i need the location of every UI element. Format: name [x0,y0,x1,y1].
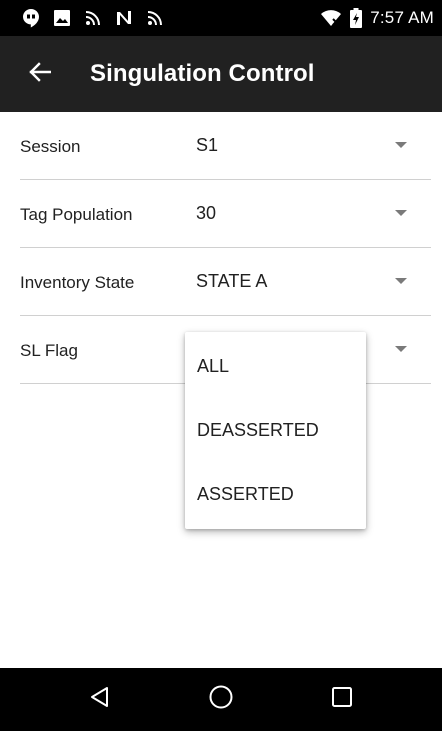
menu-item-asserted[interactable]: ASSERTED [185,462,366,526]
wifi-x-icon [320,9,342,27]
nav-recents-button[interactable] [314,672,370,728]
back-button[interactable] [12,46,68,102]
nfc-icon [84,9,102,27]
status-bar-system: 7:57 AM [320,0,434,36]
dropdown-arrow-icon [395,210,407,216]
nav-home-button[interactable] [193,672,249,728]
home-circle-icon [208,684,234,715]
tag-population-value: 30 [196,203,217,223]
app-bar: Singulation Control [0,36,442,112]
setting-row-session: Session S1 [20,112,431,180]
image-icon [53,9,71,27]
inventory-state-dropdown[interactable]: STATE A [196,248,431,316]
status-time: 7:57 AM [370,8,434,27]
session-value: S1 [196,135,219,155]
arrow-back-icon [29,61,52,87]
battery-charging-icon [350,8,363,28]
navigation-bar [0,668,442,731]
page-title: Singulation Control [90,60,315,87]
nfc-icon [146,9,164,27]
status-bar-notifications [22,0,164,36]
tag-population-dropdown[interactable]: 30 [196,180,431,248]
setting-row-inventory-state: Inventory State STATE A [20,248,431,316]
setting-label-inventory-state: Inventory State [20,273,135,292]
back-triangle-icon [88,685,112,714]
setting-row-tag-population: Tag Population 30 [20,180,431,248]
nav-back-button[interactable] [72,672,128,728]
hangouts-icon [22,8,40,28]
session-dropdown[interactable]: S1 [196,112,431,180]
sl-flag-options-menu: ALL DEASSERTED ASSERTED [185,332,366,529]
setting-label-session: Session [20,137,81,156]
dropdown-arrow-icon [395,278,407,284]
setting-label-tag-population: Tag Population [20,205,133,224]
setting-label-sl-flag: SL Flag [20,341,78,360]
dropdown-arrow-icon [395,142,407,148]
status-bar: 7:57 AM [0,0,442,36]
menu-item-all[interactable]: ALL [185,334,366,398]
menu-item-deasserted[interactable]: DEASSERTED [185,398,366,462]
inventory-state-value: STATE A [196,271,268,291]
n-icon [115,9,133,27]
recents-square-icon [330,685,354,714]
dropdown-arrow-icon [395,346,407,352]
